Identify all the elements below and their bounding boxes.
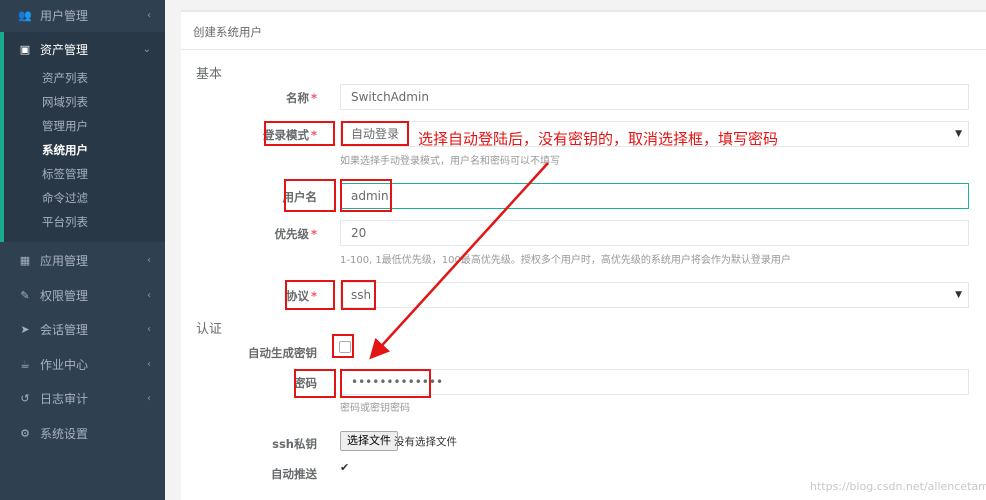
watermark: https://blog.csdn.net/allencetam (810, 480, 986, 493)
annotation-arrow (369, 162, 549, 360)
